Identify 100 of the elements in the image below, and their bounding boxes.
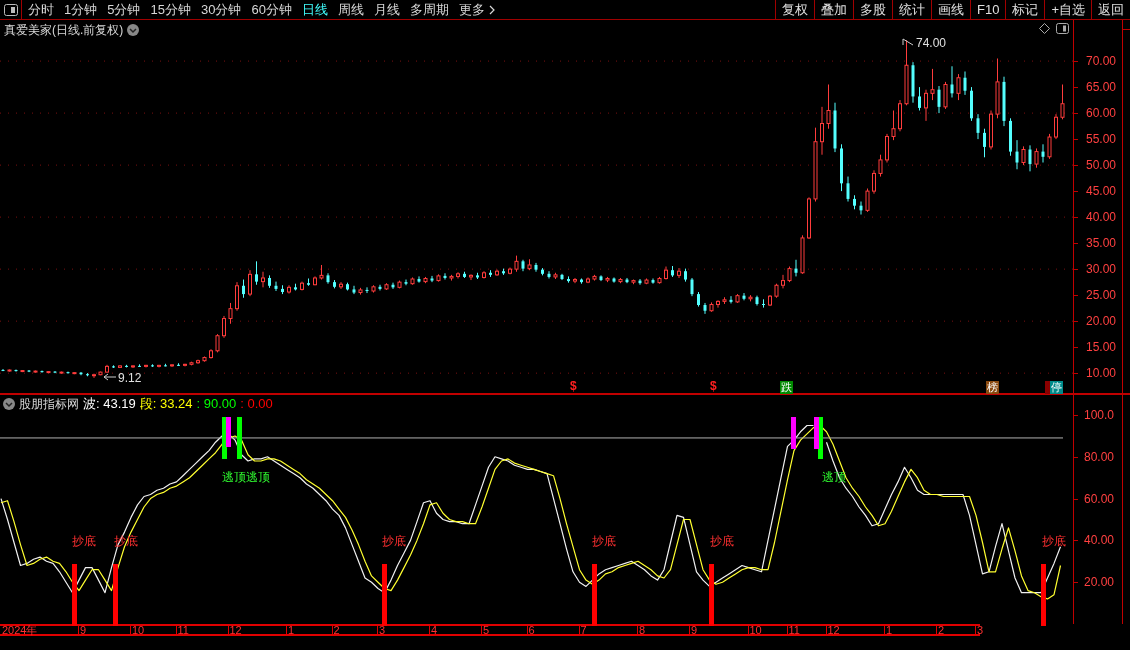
axis-label: 35.00: [1086, 237, 1117, 250]
time-label: 10: [132, 625, 145, 636]
candlestick: [677, 267, 681, 279]
axis-label: 55.00: [1086, 133, 1117, 146]
candlestick: [716, 299, 720, 309]
chevron-right-icon[interactable]: [488, 4, 495, 15]
axis-label: 100.0: [1084, 409, 1115, 422]
candlestick: [865, 188, 870, 213]
candlestick: [547, 270, 551, 279]
candlestick: [924, 89, 928, 122]
candlestick: [339, 281, 343, 290]
candlestick: [1034, 147, 1039, 169]
time-label: 1: [886, 625, 893, 636]
period-tab[interactable]: 1分钟: [64, 0, 98, 20]
candlestick: [762, 298, 765, 309]
time-label: 12: [827, 625, 840, 636]
candlestick: [918, 86, 921, 111]
candlestick: [469, 273, 473, 281]
candlestick: [14, 369, 18, 373]
period-tab[interactable]: 30分钟: [200, 0, 242, 20]
candlestick: [242, 279, 245, 299]
panel-toggle-icon[interactable]: [3, 3, 18, 16]
period-tab[interactable]: 15分钟: [150, 0, 191, 20]
candlestick: [729, 295, 733, 304]
axis-label: 25.00: [1086, 289, 1117, 302]
time-label: 4: [431, 625, 438, 636]
time-label: 3: [379, 625, 386, 636]
axis-label: 65.00: [1086, 81, 1117, 94]
time-label: 5: [483, 625, 490, 636]
candlestick: [1054, 113, 1058, 140]
pointer-line: [902, 38, 914, 46]
candlestick: [878, 154, 883, 178]
toolbar-button[interactable]: +自选: [1044, 0, 1091, 20]
period-tab[interactable]: 多周期: [409, 0, 449, 20]
signal-badge: 榜: [986, 381, 999, 394]
time-label: 8: [639, 625, 646, 636]
indicator-value: : 0.00: [240, 397, 273, 410]
candlestick: [222, 315, 226, 339]
toolbar-button[interactable]: 标记: [1005, 0, 1045, 20]
candlestick: [690, 277, 694, 297]
period-tab[interactable]: 分时: [28, 0, 54, 20]
axis-label: 20.00: [1084, 576, 1115, 589]
period-tab[interactable]: 60分钟: [251, 0, 292, 20]
candlestick: [417, 275, 421, 284]
time-label: 7: [580, 625, 587, 636]
candlestick: [1021, 145, 1026, 166]
panel-toggle-icon[interactable]: [1056, 23, 1069, 34]
price-label: 74.00: [916, 37, 947, 49]
chevron-down-icon[interactable]: [127, 24, 140, 36]
toolbar-button[interactable]: 返回: [1091, 0, 1130, 20]
toolbar-button[interactable]: 统计: [892, 0, 931, 20]
candlestick: [781, 274, 785, 289]
axis-label: 15.00: [1086, 341, 1117, 354]
axis-label: 40.00: [1086, 211, 1117, 224]
toolbar-button[interactable]: 叠加: [814, 0, 853, 20]
period-tab[interactable]: 5分钟: [107, 0, 141, 20]
candlestick: [261, 271, 265, 288]
time-label: 11: [788, 625, 800, 636]
candlestick: [1041, 143, 1045, 164]
time-label: 6: [528, 625, 535, 636]
diamond-icon[interactable]: [1039, 23, 1050, 34]
price-label: 9.12: [118, 372, 142, 384]
candlestick: [378, 284, 382, 291]
buy-signal-label: 抄底: [1042, 535, 1066, 547]
period-tab[interactable]: 更多: [458, 0, 485, 20]
axis-label: 40.00: [1084, 534, 1115, 547]
period-tab[interactable]: 日线: [301, 0, 328, 20]
candlestick: [651, 278, 655, 285]
buy-signal-label: 抄底: [382, 535, 406, 547]
time-label: 9: [691, 625, 698, 636]
toolbar-button[interactable]: 画线: [931, 0, 970, 20]
toolbar-button[interactable]: F10: [970, 0, 1006, 20]
chevron-down-icon[interactable]: [3, 397, 15, 410]
axis-label: 20.00: [1086, 315, 1117, 328]
candlestick: [703, 302, 707, 315]
candlestick: [53, 370, 57, 374]
candlestick: [215, 333, 220, 353]
candlestick: [228, 302, 233, 325]
candlestick: [248, 269, 252, 297]
candlestick: [983, 128, 986, 158]
period-tab[interactable]: 周线: [337, 0, 364, 20]
candlestick: [820, 106, 824, 156]
candlestick: [950, 65, 954, 98]
candlestick: [846, 176, 850, 203]
signal-badge: 跌: [780, 381, 793, 394]
axis-label: 45.00: [1086, 185, 1117, 198]
axis-label: 60.00: [1086, 107, 1117, 120]
candlestick: [1028, 144, 1032, 172]
indicator-name: 股朋指标网: [19, 397, 79, 410]
candlestick: [826, 83, 831, 130]
toolbar-button[interactable]: 多股: [853, 0, 892, 20]
toolbar-button[interactable]: 复权: [775, 0, 814, 20]
candlestick: [794, 259, 798, 277]
period-tab[interactable]: 月线: [373, 0, 400, 20]
axis-label: 70.00: [1086, 55, 1117, 68]
axis-label: 60.00: [1084, 492, 1115, 505]
chart-title: 真爱美家(日线.前复权): [4, 22, 124, 39]
candlestick: [885, 133, 889, 164]
candlestick: [1015, 139, 1019, 170]
candlestick: [937, 85, 941, 114]
